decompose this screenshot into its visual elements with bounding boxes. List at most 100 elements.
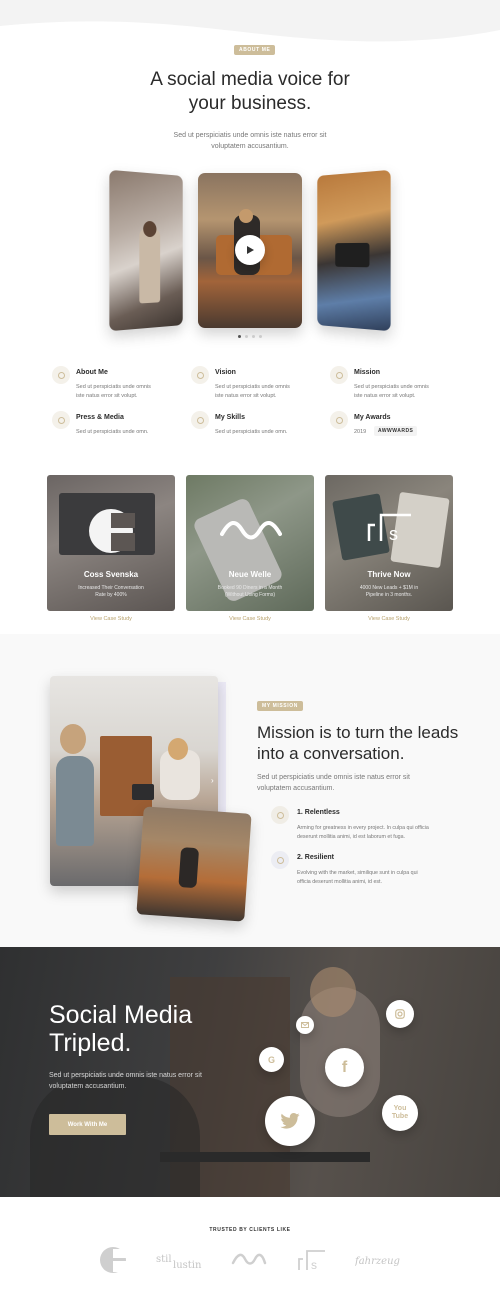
fahrzeug-client-logo-icon: fahrzeug (355, 1252, 401, 1268)
circle-dot-icon (271, 806, 289, 824)
mission-item-title: 1. Relentless (297, 809, 417, 816)
twitter-bubble[interactable] (265, 1096, 315, 1146)
feature-text: Sed ut perspiciatis unde omnis iste natu… (215, 383, 325, 401)
carousel-photo-left[interactable] (109, 170, 182, 331)
client-logos: stil lustin s fahrzeug (0, 1240, 500, 1280)
case-text-line2: (Without Using Forms) (186, 592, 314, 599)
svg-text:lustin: lustin (173, 1260, 202, 1270)
feature-text: Sed ut perspiciatis unde omn. (76, 428, 186, 437)
mission-badge: MY MISSION (257, 701, 303, 711)
slider-prev-icon[interactable]: ‹ (50, 776, 51, 785)
carousel-dots (238, 335, 262, 338)
facebook-bubble[interactable]: f (325, 1048, 364, 1087)
mission-text-line1: Sed ut perspiciatis unde omnis iste natu… (257, 772, 477, 783)
neue-welle-wave-icon (220, 520, 282, 540)
social-text-line2: voluptatem accusantium. (49, 1081, 249, 1092)
award-logo: AWWWARDS (374, 426, 417, 436)
social-text-line1: Sed ut perspiciatis unde omnis iste natu… (49, 1070, 249, 1081)
case-text: Booked 90 Diners in a Month (Without Usi… (186, 585, 314, 599)
circle-dot-icon (271, 851, 289, 869)
feature-title: About Me (76, 369, 176, 376)
case-card-thrive-now[interactable]: s Thrive Now 4000 New Leads + $1M in Pip… (325, 475, 453, 611)
thrive-logo-icon: s (365, 513, 415, 543)
social-title-line2: Tripled. (49, 1029, 249, 1057)
coss-client-logo-icon (99, 1246, 127, 1274)
facebook-icon: f (342, 1059, 347, 1077)
instagram-icon (395, 1009, 405, 1019)
about-title-line1: A social media voice for (100, 68, 400, 92)
svg-text:s: s (389, 524, 398, 543)
carousel-photo-right[interactable] (317, 170, 390, 331)
circle-dot-icon (191, 411, 209, 429)
twitter-icon (280, 1113, 300, 1129)
svg-text:stil: stil (156, 1254, 172, 1265)
about-badge: ABOUT ME (234, 45, 275, 55)
svg-text:s: s (311, 1258, 317, 1271)
mission-item-text: Arming for greatness in every project. I… (297, 824, 477, 842)
case-text-line2: Rate by 400% (47, 592, 175, 599)
mission-text: Sed ut perspiciatis unde omnis iste natu… (257, 772, 477, 794)
mission-item-title: 2. Resilient (297, 854, 417, 861)
about-subtitle-line2: voluptatem accusantium. (130, 141, 370, 152)
youtube-bubble[interactable]: You Tube (382, 1095, 418, 1131)
carousel-dot-active[interactable] (238, 335, 241, 338)
work-with-me-button[interactable]: Work With Me (49, 1114, 126, 1135)
case-card-coss-svenska[interactable]: Coss Svenska Increased Their Conversatio… (47, 475, 175, 611)
mission-item-text-line1: Evolving with the market, similique sunt… (297, 869, 477, 878)
slider-next-icon[interactable]: › (211, 776, 214, 785)
carousel-dot[interactable] (252, 335, 255, 338)
about-subtitle-line1: Sed ut perspiciatis unde omnis iste natu… (130, 130, 370, 141)
carousel-dot[interactable] (245, 335, 248, 338)
case-title: Neue Welle (186, 570, 314, 579)
svg-text:fahrzeug: fahrzeug (355, 1256, 400, 1267)
case-card-neue-welle[interactable]: Neue Welle Booked 90 Diners in a Month (… (186, 475, 314, 611)
play-icon (246, 246, 254, 254)
case-text: 4000 New Leads + $1M in Pipeline in 3 mo… (325, 585, 453, 599)
feature-text: Sed ut perspiciatis unde omn. (215, 428, 325, 437)
case-text-line1: Increased Their Conversation (47, 585, 175, 592)
carousel-dot[interactable] (259, 335, 262, 338)
top-wave-decoration (0, 0, 500, 44)
about-title: A social media voice for your business. (100, 68, 400, 116)
feature-text-line2: iste natus error sit volupt. (76, 392, 186, 401)
mission-title-line2: into a conversation. (257, 743, 477, 764)
feature-text: Sed ut perspiciatis unde omnis iste natu… (76, 383, 186, 401)
youtube-icon: You Tube (392, 1105, 408, 1121)
instagram-bubble[interactable] (386, 1000, 414, 1028)
email-bubble[interactable] (296, 1016, 314, 1034)
circle-dot-icon (330, 411, 348, 429)
mission-item-text-line2: deserunt mollitia animi, id est laborum … (297, 833, 477, 842)
google-bubble[interactable]: G (259, 1047, 284, 1072)
mission-title: Mission is to turn the leads into a conv… (257, 722, 477, 764)
email-icon (301, 1022, 309, 1028)
feature-title: Press & Media (76, 414, 176, 421)
about-title-line2: your business. (100, 92, 400, 116)
circle-dot-icon (191, 366, 209, 384)
play-button[interactable] (235, 235, 265, 265)
case-title: Coss Svenska (47, 570, 175, 579)
mission-overlay-photo (136, 806, 251, 921)
coss-logo-icon (87, 507, 135, 555)
feature-text-line1: Sed ut perspiciatis unde omnis (76, 383, 186, 392)
feature-text-line2: iste natus error sit volupt. (215, 392, 325, 401)
feature-title: Vision (215, 369, 315, 376)
trusted-label: TRUSTED BY CLIENTS LIKE (0, 1227, 500, 1233)
feature-title: Mission (354, 369, 454, 376)
feature-text-line1: Sed ut perspiciatis unde omnis (215, 383, 325, 392)
view-case-study-link[interactable]: View Case Study (47, 616, 175, 622)
feature-text-line2: iste natus error sit volupt. (354, 392, 464, 401)
mission-item-text-line1: Arming for greatness in every project. I… (297, 824, 477, 833)
feature-text-line1: Sed ut perspiciatis unde omnis (354, 383, 464, 392)
view-case-study-link[interactable]: View Case Study (325, 616, 453, 622)
mission-text-line2: voluptatem accusantium. (257, 783, 477, 794)
social-text: Sed ut perspiciatis unde omnis iste natu… (49, 1070, 249, 1092)
stil-client-logo-icon: stil lustin (156, 1250, 202, 1270)
case-text-line1: Booked 90 Diners in a Month (186, 585, 314, 592)
carousel-photo-center[interactable] (198, 173, 302, 328)
circle-dot-icon (52, 411, 70, 429)
view-case-study-link[interactable]: View Case Study (186, 616, 314, 622)
mission-title-line1: Mission is to turn the leads (257, 722, 477, 743)
thrive-client-logo-icon: s (296, 1249, 326, 1271)
mission-item-text-line2: officia deserunt mollitia animi, id est. (297, 878, 477, 887)
feature-text: Sed ut perspiciatis unde omnis iste natu… (354, 383, 464, 401)
